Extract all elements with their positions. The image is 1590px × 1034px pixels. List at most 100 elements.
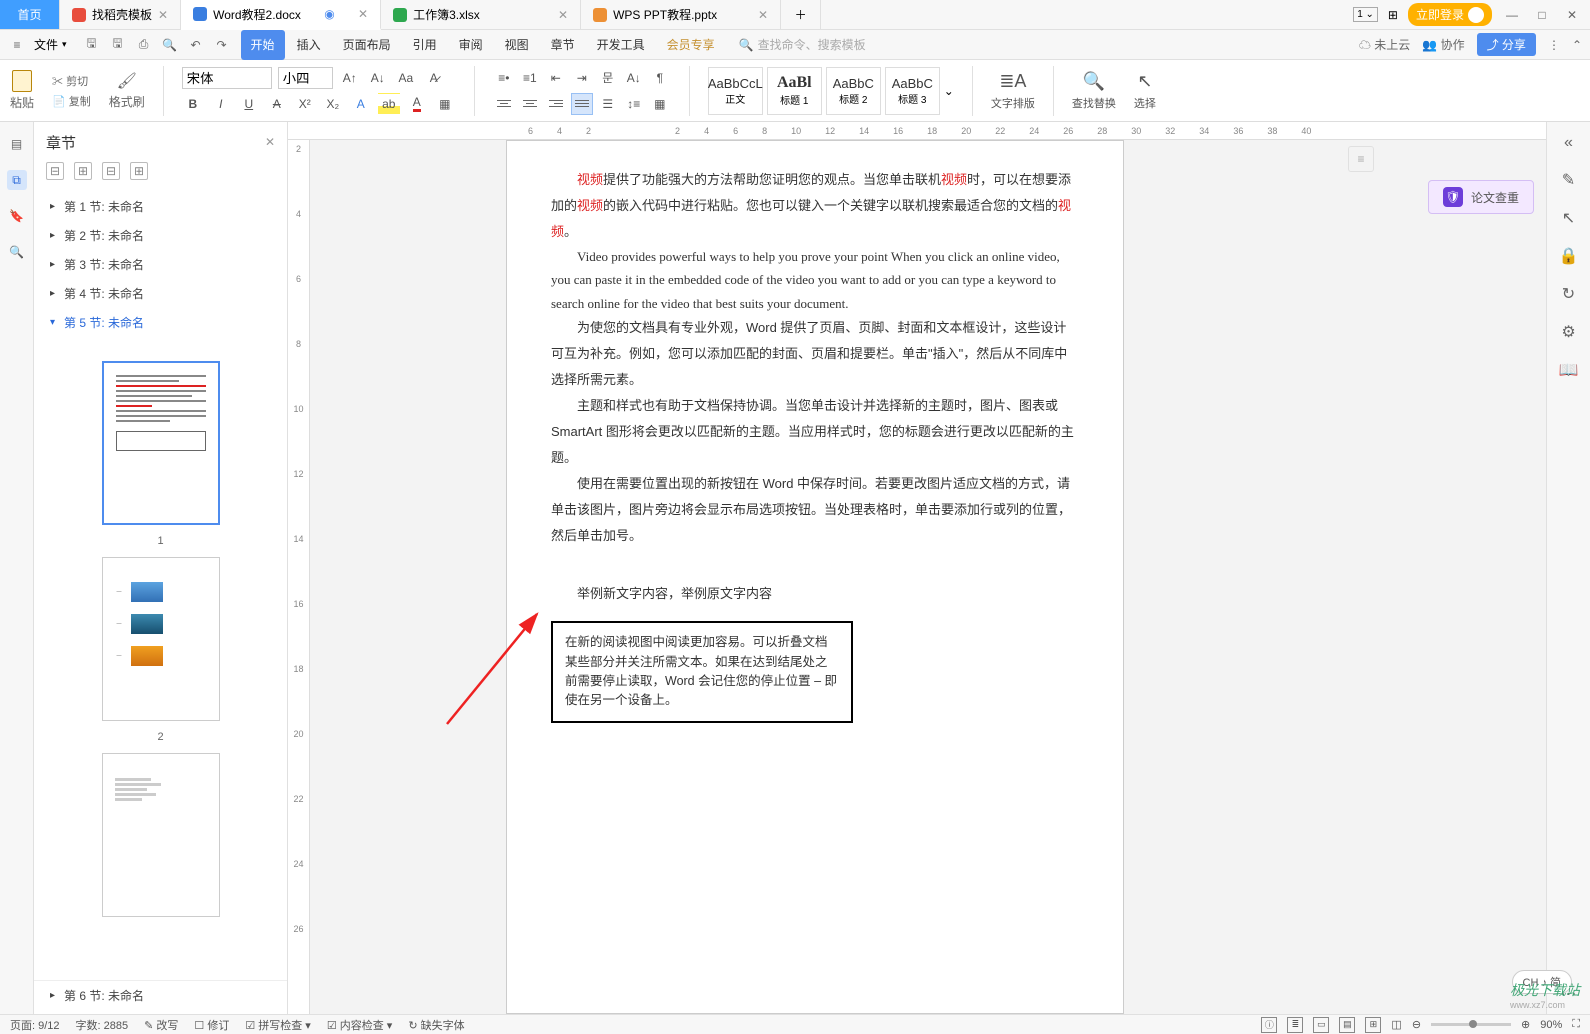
- change-case-icon[interactable]: Aa: [395, 67, 417, 89]
- paragraph[interactable]: 为使您的文档具有专业外观，Word 提供了页眉、页脚、封面和文本框设计，这些设计…: [551, 315, 1079, 393]
- bookmark-icon[interactable]: 🔖: [7, 206, 27, 226]
- marks-icon[interactable]: ¶: [649, 67, 671, 89]
- next-icon[interactable]: ⊞: [130, 162, 148, 180]
- document-page[interactable]: 视频提供了功能强大的方法帮助您证明您的观点。当您单击联机视频时，可以在想要添加的…: [506, 140, 1124, 1014]
- zoom-out-icon[interactable]: ⊖: [1412, 1018, 1421, 1031]
- style-heading1[interactable]: AaBl 标题 1: [767, 67, 822, 115]
- menu-member[interactable]: 会员专享: [657, 30, 725, 60]
- paragraph[interactable]: Video provides powerful ways to help you…: [551, 245, 1079, 315]
- view-1-icon[interactable]: 1 ⌄: [1353, 7, 1378, 22]
- more-icon[interactable]: ⋮: [1548, 38, 1560, 52]
- outline-view-icon[interactable]: ⊞: [1365, 1017, 1381, 1033]
- strike-button[interactable]: A: [266, 93, 288, 115]
- hamburger-icon[interactable]: ≡: [8, 36, 26, 54]
- menu-view[interactable]: 视图: [495, 30, 539, 60]
- expand-icon[interactable]: ⊞: [74, 162, 92, 180]
- page-info[interactable]: 页面: 9/12: [10, 1017, 60, 1033]
- font-color-icon[interactable]: A: [406, 93, 428, 115]
- clear-format-icon[interactable]: A̷: [423, 67, 445, 89]
- web-view-icon[interactable]: ▤: [1339, 1017, 1355, 1033]
- align-center-icon[interactable]: [519, 93, 541, 115]
- close-icon[interactable]: ✕: [558, 8, 568, 22]
- collapse-ribbon-icon[interactable]: ≡: [1348, 146, 1374, 172]
- text-direction-icon[interactable]: 문: [597, 67, 619, 89]
- undo-icon[interactable]: ↶: [187, 36, 205, 54]
- search-icon[interactable]: 🔍: [7, 242, 27, 262]
- borders-icon[interactable]: ▦: [649, 93, 671, 115]
- section-item-active[interactable]: ▾第 5 节: 未命名: [34, 308, 287, 337]
- align-left-icon[interactable]: [493, 93, 515, 115]
- fit-icon[interactable]: ◫: [1391, 1018, 1401, 1031]
- underline-button[interactable]: U: [238, 93, 260, 115]
- tab-add[interactable]: ＋: [781, 0, 821, 29]
- word-count[interactable]: 字数: 2885: [76, 1017, 129, 1033]
- select-button[interactable]: ↖ 选择: [1134, 71, 1156, 111]
- text-layout-button[interactable]: ≣A 文字排版: [991, 71, 1035, 111]
- tab-ppt[interactable]: WPS PPT教程.pptx ✕: [581, 0, 781, 29]
- pointer-icon[interactable]: ↖: [1562, 208, 1575, 228]
- tab-templates[interactable]: 找稻壳模板 ✕: [60, 0, 181, 29]
- sections-icon[interactable]: ⧉: [7, 170, 27, 190]
- missing-font-btn[interactable]: ↻ 缺失字体: [408, 1017, 464, 1033]
- shrink-font-icon[interactable]: A↓: [367, 67, 389, 89]
- indent-left-icon[interactable]: ⇤: [545, 67, 567, 89]
- read-view-icon[interactable]: ≣: [1287, 1017, 1303, 1033]
- shading-icon[interactable]: ▦: [434, 93, 456, 115]
- close-window-icon[interactable]: ✕: [1562, 5, 1582, 25]
- fullscreen-icon[interactable]: ⛶: [1572, 1018, 1580, 1031]
- indent-right-icon[interactable]: ⇥: [571, 67, 593, 89]
- caption[interactable]: 举例新文字内容，举例原文字内容: [551, 581, 1079, 607]
- menu-references[interactable]: 引用: [403, 30, 447, 60]
- save-as-icon[interactable]: 🖫: [109, 36, 127, 54]
- section-item[interactable]: ▸第 1 节: 未命名: [34, 192, 287, 221]
- vertical-ruler[interactable]: 2468101214161820222426: [288, 140, 310, 1014]
- paste-button[interactable]: 粘贴: [10, 70, 34, 111]
- bullets-icon[interactable]: ≡•: [493, 67, 515, 89]
- print-icon[interactable]: ⎙: [135, 36, 153, 54]
- spell-btn[interactable]: ☑ 拼写检查 ▾: [245, 1017, 311, 1033]
- zoom-slider[interactable]: [1431, 1023, 1511, 1026]
- zoom-in-icon[interactable]: ⊕: [1521, 1018, 1530, 1031]
- close-icon[interactable]: ✕: [358, 7, 368, 21]
- assist-icon[interactable]: ⓘ: [1261, 1017, 1277, 1033]
- expand-icon[interactable]: «: [1564, 134, 1573, 152]
- subscript-button[interactable]: X₂: [322, 93, 344, 115]
- paragraph[interactable]: 使用在需要位置出现的新按钮在 Word 中保存时间。若要更改图片适应文档的方式，…: [551, 471, 1079, 549]
- pin-icon[interactable]: ◉: [324, 7, 334, 21]
- section-item[interactable]: ▸第 4 节: 未命名: [34, 279, 287, 308]
- minimize-icon[interactable]: —: [1502, 5, 1522, 25]
- maximize-icon[interactable]: □: [1532, 5, 1552, 25]
- copy-button[interactable]: 📄 复制: [52, 93, 91, 109]
- line-spacing-icon[interactable]: ↕≡: [623, 93, 645, 115]
- style-heading3[interactable]: AaBbC 标题 3: [885, 67, 940, 115]
- style-normal[interactable]: AaBbCcL 正文: [708, 67, 763, 115]
- page-view-icon[interactable]: ▭: [1313, 1017, 1329, 1033]
- font-size-input[interactable]: [278, 67, 333, 89]
- text-effects-icon[interactable]: A: [350, 93, 372, 115]
- coop-button[interactable]: 👥 协作: [1422, 36, 1464, 53]
- font-name-input[interactable]: [182, 67, 272, 89]
- menu-review[interactable]: 审阅: [449, 30, 493, 60]
- redo-icon[interactable]: ↷: [213, 36, 231, 54]
- menu-insert[interactable]: 插入: [287, 30, 331, 60]
- cloud-button[interactable]: ☁ 未上云: [1359, 36, 1410, 53]
- menu-sections[interactable]: 章节: [541, 30, 585, 60]
- login-button[interactable]: 立即登录: [1408, 3, 1492, 26]
- style-heading2[interactable]: AaBbC 标题 2: [826, 67, 881, 115]
- numbering-icon[interactable]: ≡1: [519, 67, 541, 89]
- page-thumbnail[interactable]: — — —: [102, 557, 220, 721]
- horizontal-ruler[interactable]: 642246810121416182022242628303234363840: [288, 122, 1546, 140]
- share-button[interactable]: ⤴ 分享: [1477, 33, 1536, 56]
- lock-icon[interactable]: 🔒: [1559, 246, 1579, 266]
- corrections-btn[interactable]: ✎ 改写: [144, 1017, 178, 1033]
- close-icon[interactable]: ✕: [758, 8, 768, 22]
- grow-font-icon[interactable]: A↑: [339, 67, 361, 89]
- paper-check-button[interactable]: 🛡 论文查重: [1428, 180, 1534, 214]
- pen-icon[interactable]: ✎: [1562, 170, 1575, 190]
- superscript-button[interactable]: X²: [294, 93, 316, 115]
- file-menu[interactable]: 文件 ▾: [28, 36, 73, 53]
- close-panel-icon[interactable]: ✕: [265, 135, 275, 149]
- tab-home[interactable]: 首页: [0, 0, 60, 29]
- menu-layout[interactable]: 页面布局: [333, 30, 401, 60]
- page-thumbnail[interactable]: [102, 753, 220, 917]
